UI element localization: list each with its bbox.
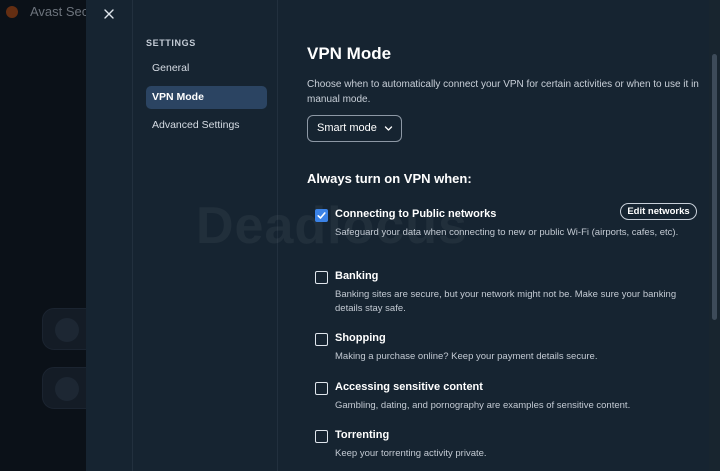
edit-networks-button[interactable]: Edit networks (620, 203, 697, 220)
banking-checkbox[interactable] (315, 271, 328, 284)
gear-icon (55, 377, 79, 401)
option-description: Keep your torrenting activity private. (335, 448, 487, 459)
option-label: Accessing sensitive content (335, 381, 483, 393)
background-tile-settings (42, 367, 86, 409)
option-description: Banking sites are secure, but your netwo… (335, 289, 677, 314)
sidebar-item-advanced-settings[interactable]: Advanced Settings (146, 114, 267, 137)
option-label: Connecting to Public networks (335, 208, 497, 220)
option-label: Banking (335, 270, 379, 282)
checkmark-icon (317, 212, 326, 219)
sensitive-content-checkbox[interactable] (315, 382, 328, 395)
option-description: Gambling, dating, and pornography are ex… (335, 400, 631, 411)
shopping-checkbox[interactable] (315, 333, 328, 346)
section-title: Always turn on VPN when: (307, 171, 472, 186)
background-app: Avast Secu (0, 0, 86, 471)
option-description: Making a purchase online? Keep your paym… (335, 351, 598, 362)
incognito-icon (55, 318, 79, 342)
vpn-mode-value: Smart mode (317, 122, 377, 134)
torrenting-checkbox[interactable] (315, 430, 328, 443)
background-tile-spy (42, 308, 86, 350)
option-description: Safeguard your data when connecting to n… (335, 227, 679, 238)
chevron-down-icon (384, 126, 393, 131)
page-description: Choose when to automatically connect you… (307, 79, 699, 105)
option-label: Torrenting (335, 429, 390, 441)
settings-sidebar: SETTINGS General VPN Mode Advanced Setti… (132, 0, 278, 471)
vpn-mode-dropdown[interactable]: Smart mode (307, 115, 402, 142)
scrollbar-thumb[interactable] (712, 54, 717, 320)
sidebar-item-vpn-mode[interactable]: VPN Mode (146, 86, 267, 109)
public-networks-checkbox[interactable] (315, 209, 328, 222)
avast-logo-icon (6, 6, 18, 18)
sidebar-item-general[interactable]: General (146, 57, 267, 80)
close-icon (104, 9, 114, 19)
settings-heading: SETTINGS (146, 38, 196, 48)
option-label: Shopping (335, 332, 386, 344)
background-app-title: Avast Secu (30, 4, 86, 19)
close-button[interactable] (100, 5, 118, 23)
page-title: VPN Mode (307, 44, 392, 63)
